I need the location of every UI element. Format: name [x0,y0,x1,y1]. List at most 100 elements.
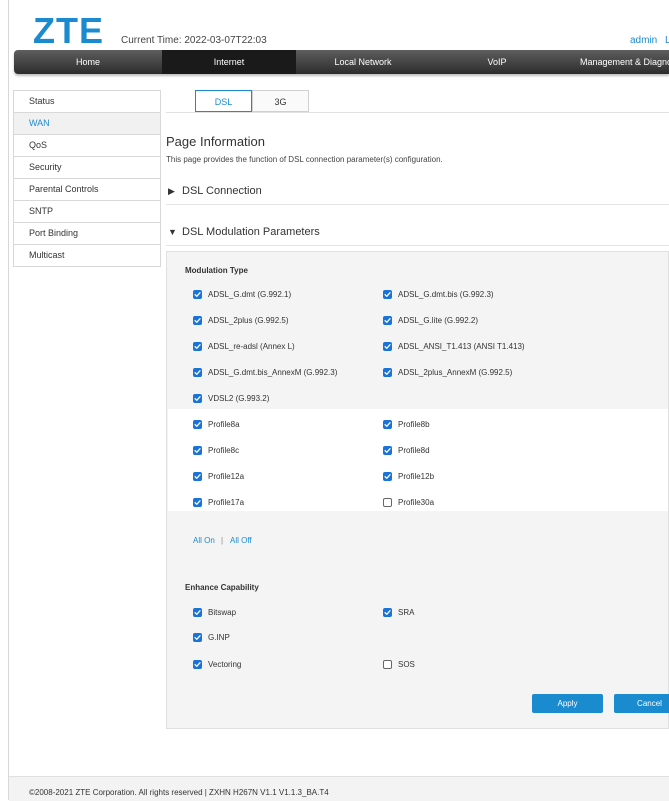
current-time-value: 2022-03-07T22:03 [184,35,267,46]
checkbox[interactable] [193,633,202,642]
sidebar-item-parental-controls[interactable]: Parental Controls [14,179,160,201]
modulation-item[interactable]: ADSL_2plus_AnnexM (G.992.5) [383,368,512,377]
checkmark-icon [194,396,201,401]
checkbox-label: SRA [398,608,415,617]
checkbox[interactable] [383,608,392,617]
checkbox[interactable] [383,368,392,377]
checkbox-label: ADSL_G.lite (G.992.2) [398,316,479,325]
tab-dsl[interactable]: DSL [195,90,252,112]
section-divider [166,204,669,205]
collapse-arrow-icon: ▼ [168,227,177,237]
section-dsl-connection[interactable]: ▶ DSL Connection [168,185,262,197]
profile-item[interactable]: Profile17a [193,498,244,507]
sidebar-item-port-binding[interactable]: Port Binding [14,223,160,245]
modulation-item[interactable]: ADSL_G.dmt.bis (G.992.3) [383,290,494,299]
profile-item[interactable]: Profile8a [193,420,240,429]
nav-management-diagnosis[interactable]: Management & Diagnos [564,50,669,74]
modulation-item[interactable]: ADSL_re-adsl (Annex L) [193,342,295,351]
checkmark-icon [384,448,391,453]
sidebar-item-status[interactable]: Status [14,91,160,113]
sidebar-item-multicast[interactable]: Multicast [14,245,160,267]
nav-home[interactable]: Home [14,50,162,74]
checkbox[interactable] [383,446,392,455]
checkbox-label: ADSL_2plus (G.992.5) [208,316,289,325]
checkbox[interactable] [193,316,202,325]
checkbox[interactable] [383,660,392,669]
checkmark-icon [194,448,201,453]
enhance-item[interactable]: Vectoring [193,660,241,669]
modulation-item[interactable]: ADSL_G.dmt (G.992.1) [193,290,291,299]
modulation-item[interactable]: ADSL_G.lite (G.992.2) [383,316,478,325]
footer: ©2008-2021 ZTE Corporation. All rights r… [9,776,669,801]
modulation-item[interactable]: ADSL_G.dmt.bis_AnnexM (G.992.3) [193,368,337,377]
checkmark-icon [384,370,391,375]
modulation-item[interactable]: ADSL_ANSI_T1.413 (ANSI T1.413) [383,342,525,351]
checkbox[interactable] [193,290,202,299]
checkbox[interactable] [383,472,392,481]
page-title: Page Information [166,134,266,149]
checkbox[interactable] [383,420,392,429]
checkmark-icon [384,474,391,479]
checkmark-icon [194,474,201,479]
all-on-link[interactable]: All On [193,536,215,545]
profile-item[interactable]: Profile8d [383,446,430,455]
checkbox-label: Profile8c [208,446,240,455]
nav-local-network[interactable]: Local Network [296,50,430,74]
all-off-link[interactable]: All Off [230,536,252,545]
nav-voip[interactable]: VoIP [430,50,564,74]
checkbox[interactable] [383,316,392,325]
checkbox[interactable] [193,368,202,377]
checkmark-icon [194,318,201,323]
checkbox-label: Profile30a [398,498,435,507]
apply-button[interactable]: Apply [532,694,603,713]
section-modulation-params-label: DSL Modulation Parameters [182,226,320,238]
enhance-item[interactable]: SOS [383,660,415,669]
checkmark-icon [194,370,201,375]
checkbox-label: Profile8d [398,446,430,455]
checkbox[interactable] [383,342,392,351]
checkbox-label: Profile12b [398,472,435,481]
profile-item[interactable]: Profile8b [383,420,430,429]
sidebar-item-sntp[interactable]: SNTP [14,201,160,223]
profile-item[interactable]: Profile12a [193,472,244,481]
checkbox-label: Profile8a [208,420,240,429]
checkbox[interactable] [193,394,202,403]
checkbox-label: Bitswap [208,608,237,617]
checkbox[interactable] [193,608,202,617]
checkbox[interactable] [193,342,202,351]
profile-item[interactable]: Profile8c [193,446,239,455]
modulation-item[interactable]: VDSL2 (G.993.2) [193,394,269,403]
cancel-button[interactable]: Cancel [614,694,669,713]
section-modulation-params[interactable]: ▼ DSL Modulation Parameters [168,226,320,238]
checkmark-icon [194,500,201,505]
sidebar-item-wan[interactable]: WAN [14,113,160,135]
logout-link[interactable]: L [665,35,669,46]
enhance-item[interactable]: G.INP [193,633,230,642]
profile-item[interactable]: Profile30a [383,498,434,507]
checkbox[interactable] [193,660,202,669]
modulation-item[interactable]: ADSL_2plus (G.992.5) [193,316,289,325]
checkmark-icon [194,662,201,667]
sidebar-item-qos[interactable]: QoS [14,135,160,157]
checkbox[interactable] [383,290,392,299]
checkbox[interactable] [383,498,392,507]
checkbox[interactable] [193,472,202,481]
tab-3g[interactable]: 3G [252,90,309,112]
user-link[interactable]: admin [630,35,657,46]
checkbox-label: G.INP [208,633,230,642]
checkmark-icon [194,344,201,349]
expand-arrow-icon: ▶ [168,186,175,196]
checkbox-label: SOS [398,660,415,669]
enhance-capability-heading: Enhance Capability [185,583,259,592]
profile-item[interactable]: Profile12b [383,472,434,481]
sidebar-item-security[interactable]: Security [14,157,160,179]
enhance-item[interactable]: Bitswap [193,608,236,617]
enhance-item[interactable]: SRA [383,608,414,617]
checkbox[interactable] [193,446,202,455]
checkbox[interactable] [193,498,202,507]
checkbox[interactable] [193,420,202,429]
nav-internet[interactable]: Internet [162,50,296,74]
current-time: Current Time: 2022-03-07T22:03 [121,35,267,46]
checkbox-label: Vectoring [208,660,242,669]
checkmark-icon [384,422,391,427]
